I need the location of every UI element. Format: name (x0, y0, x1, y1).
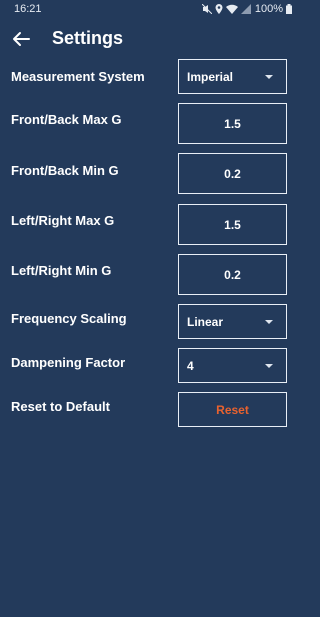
signal-icon (240, 4, 251, 14)
frequency-scaling-value: Linear (187, 314, 224, 329)
front-back-min-value: 0.2 (224, 166, 241, 181)
left-right-min-field[interactable]: 0.2 (178, 254, 287, 295)
arrow-back-icon (13, 32, 30, 46)
frequency-scaling-label: Frequency Scaling (11, 311, 127, 326)
dropdown-arrow-icon (265, 320, 273, 324)
status-time: 16:21 (14, 3, 42, 15)
left-right-max-label: Left/Right Max G (11, 213, 115, 228)
left-right-min-label: Left/Right Min G (11, 263, 112, 278)
dampening-factor-select[interactable]: 4 (178, 348, 287, 383)
dampening-factor-value: 4 (187, 358, 194, 373)
left-right-max-field[interactable]: 1.5 (178, 204, 287, 245)
measurement-system-label: Measurement System (11, 69, 145, 84)
front-back-max-field[interactable]: 1.5 (178, 103, 287, 144)
front-back-min-field[interactable]: 0.2 (178, 153, 287, 194)
location-icon (215, 4, 223, 14)
measurement-system-value: Imperial (187, 69, 234, 84)
front-back-min-label: Front/Back Min G (11, 163, 119, 178)
battery-icon (286, 4, 292, 14)
left-right-min-value: 0.2 (224, 267, 241, 282)
dampening-factor-label: Dampening Factor (11, 355, 126, 370)
wifi-icon (225, 4, 238, 14)
app-bar: Settings (0, 22, 300, 56)
battery-level: 100% (254, 3, 283, 15)
left-right-max-value: 1.5 (224, 217, 241, 232)
reset-default-label: Reset to Default (11, 399, 110, 414)
status-bar: 16:21 100% (0, 0, 300, 18)
status-icons: 100% (201, 3, 292, 15)
dropdown-arrow-icon (265, 75, 273, 79)
back-button[interactable] (8, 26, 34, 52)
front-back-max-value: 1.5 (224, 116, 241, 131)
reset-button[interactable]: Reset (178, 392, 287, 427)
measurement-system-select[interactable]: Imperial (178, 59, 287, 94)
front-back-max-label: Front/Back Max G (11, 112, 122, 127)
page-title: Settings (52, 28, 124, 48)
frequency-scaling-select[interactable]: Linear (178, 304, 287, 339)
dropdown-arrow-icon (265, 364, 273, 368)
mute-icon (201, 4, 212, 14)
